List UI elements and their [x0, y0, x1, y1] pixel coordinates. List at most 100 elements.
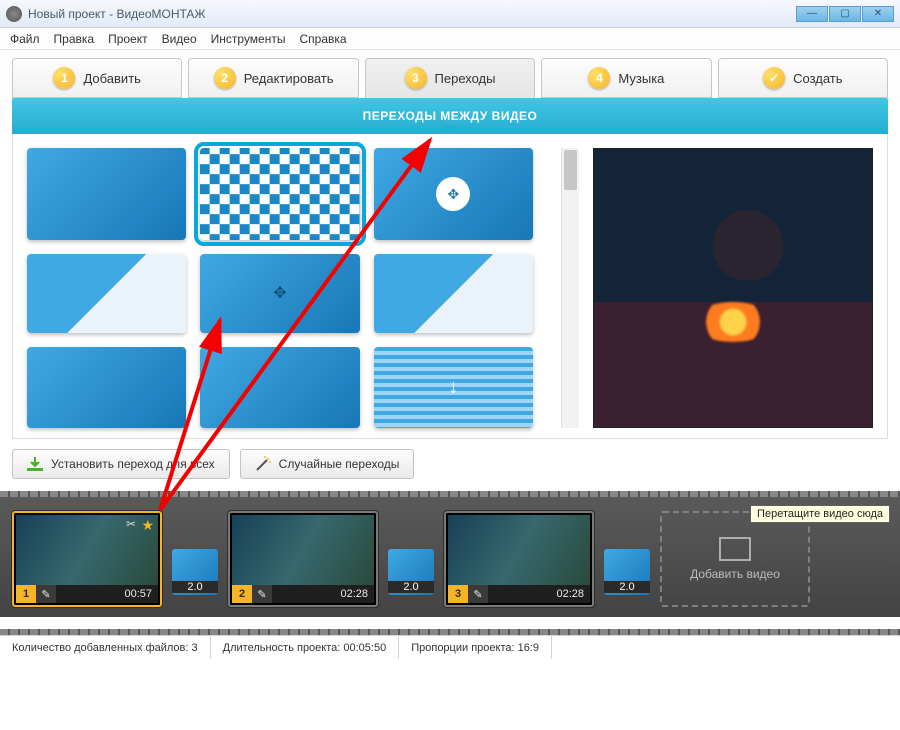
film-icon: [719, 537, 751, 561]
step-tabs-container: 1 Добавить 2 Редактировать 3 Переходы 4 …: [0, 50, 900, 98]
transition-thumb-7[interactable]: [27, 347, 186, 428]
window-controls: — ▢ ✕: [796, 6, 894, 22]
step-tabs: 1 Добавить 2 Редактировать 3 Переходы 4 …: [12, 58, 888, 98]
drag-tooltip: Перетащите видео сюда: [750, 505, 890, 523]
main-panel: ✥ ✥ ↓: [12, 134, 888, 439]
transition-thumb-6[interactable]: [374, 254, 533, 332]
transition-thumb-2-selected[interactable]: [200, 148, 359, 240]
transition-duration: 2.0: [172, 581, 218, 593]
clip-1[interactable]: ✂ ★ 1 ✎ 00:57: [12, 511, 162, 607]
gallery-scrollbar[interactable]: [561, 148, 579, 428]
download-icon: [27, 456, 43, 472]
clip-3[interactable]: 3 ✎ 02:28: [444, 511, 594, 607]
edit-icon[interactable]: ✎: [468, 585, 488, 603]
close-button[interactable]: ✕: [862, 6, 894, 22]
preview-screen[interactable]: [593, 148, 873, 428]
menu-edit[interactable]: Правка: [54, 32, 95, 46]
edit-icon[interactable]: ✎: [252, 585, 272, 603]
tab-label: Создать: [793, 71, 842, 86]
status-duration-label: Длительность проекта:: [223, 642, 341, 654]
preview-fire: [693, 302, 773, 342]
section-header-label: ПЕРЕХОДЫ МЕЖДУ ВИДЕО: [363, 109, 538, 123]
status-files-label: Количество добавленных файлов:: [12, 642, 188, 654]
transition-slot-2[interactable]: 2.0: [388, 549, 434, 595]
tab-edit[interactable]: 2 Редактировать: [188, 58, 358, 98]
transition-thumb-4[interactable]: [27, 254, 186, 332]
random-label: Случайные переходы: [279, 457, 400, 471]
tab-label: Редактировать: [244, 71, 334, 86]
tab-transitions[interactable]: 3 Переходы: [365, 58, 535, 98]
transition-slot-3[interactable]: 2.0: [604, 549, 650, 595]
tab-label: Переходы: [435, 71, 496, 86]
clip-number: 1: [16, 585, 36, 603]
clip-thumbnail: [448, 515, 590, 585]
section-header: ПЕРЕХОДЫ МЕЖДУ ВИДЕО: [12, 98, 888, 134]
random-button[interactable]: Случайные переходы: [240, 449, 415, 479]
step-badge-4: 4: [588, 67, 610, 89]
menu-tools[interactable]: Инструменты: [211, 32, 286, 46]
status-files-value: 3: [192, 642, 198, 654]
step-badge-check: ✓: [763, 67, 785, 89]
transition-thumb-9[interactable]: ↓: [374, 347, 533, 428]
maximize-button[interactable]: ▢: [829, 6, 861, 22]
edit-icon[interactable]: ✎: [36, 585, 56, 603]
clip-info-bar: 2 ✎ 02:28: [232, 585, 374, 603]
clip-time: 02:28: [340, 588, 368, 600]
transition-thumb-5[interactable]: ✥: [200, 254, 359, 332]
preview-figure: [713, 210, 783, 280]
clip-thumbnail: [232, 515, 374, 585]
clip-number: 2: [232, 585, 252, 603]
clip-time: 02:28: [556, 588, 584, 600]
app-icon: [6, 6, 22, 22]
preview-panel: [593, 148, 873, 428]
apply-all-label: Установить переход для всех: [51, 457, 215, 471]
move-icon: ✥: [273, 283, 286, 303]
menubar: Файл Правка Проект Видео Инструменты Спр…: [0, 28, 900, 50]
transitions-gallery: ✥ ✥ ↓: [27, 148, 547, 428]
star-icon[interactable]: ★: [141, 517, 154, 534]
action-row: Установить переход для всех Случайные пе…: [12, 449, 888, 479]
transition-thumb-1[interactable]: [27, 148, 186, 240]
minimize-button[interactable]: —: [796, 6, 828, 22]
preview-image: [594, 149, 872, 427]
move-icon: ✥: [436, 177, 470, 211]
status-duration: Длительность проекта: 00:05:50: [211, 636, 400, 659]
titlebar: Новый проект - ВидеоМОНТАЖ — ▢ ✕: [0, 0, 900, 28]
add-video-slot[interactable]: Добавить видео: [660, 511, 810, 607]
status-aspect-label: Пропорции проекта:: [411, 642, 514, 654]
tab-label: Добавить: [83, 71, 140, 86]
status-aspect: Пропорции проекта: 16:9: [399, 636, 552, 659]
transition-duration: 2.0: [604, 581, 650, 593]
status-files: Количество добавленных файлов: 3: [0, 636, 211, 659]
add-video-label: Добавить видео: [690, 567, 780, 581]
step-badge-3: 3: [405, 67, 427, 89]
clip-thumbnail: [16, 515, 158, 585]
tab-create[interactable]: ✓ Создать: [718, 58, 888, 98]
status-duration-value: 00:05:50: [343, 642, 386, 654]
scrollbar-thumb[interactable]: [564, 150, 577, 190]
statusbar: Количество добавленных файлов: 3 Длитель…: [0, 635, 900, 659]
menu-video[interactable]: Видео: [162, 32, 197, 46]
clip-number: 3: [448, 585, 468, 603]
window-title: Новый проект - ВидеоМОНТАЖ: [28, 7, 206, 21]
menu-help[interactable]: Справка: [299, 32, 346, 46]
status-aspect-value: 16:9: [518, 642, 539, 654]
apply-all-button[interactable]: Установить переход для всех: [12, 449, 230, 479]
clip-2[interactable]: 2 ✎ 02:28: [228, 511, 378, 607]
menu-file[interactable]: Файл: [10, 32, 40, 46]
step-badge-1: 1: [53, 67, 75, 89]
transition-thumb-8[interactable]: [200, 347, 359, 428]
arrow-down-icon: ↓: [448, 376, 458, 399]
clip-info-bar: 3 ✎ 02:28: [448, 585, 590, 603]
tab-add[interactable]: 1 Добавить: [12, 58, 182, 98]
clip-time: 00:57: [124, 588, 152, 600]
tab-label: Музыка: [618, 71, 664, 86]
transition-duration: 2.0: [388, 581, 434, 593]
transition-thumb-3[interactable]: ✥: [374, 148, 533, 240]
tab-music[interactable]: 4 Музыка: [541, 58, 711, 98]
menu-project[interactable]: Проект: [108, 32, 148, 46]
scissors-icon[interactable]: ✂: [126, 517, 136, 531]
wand-icon: [255, 456, 271, 472]
transition-slot-1[interactable]: 2.0: [172, 549, 218, 595]
step-badge-2: 2: [214, 67, 236, 89]
